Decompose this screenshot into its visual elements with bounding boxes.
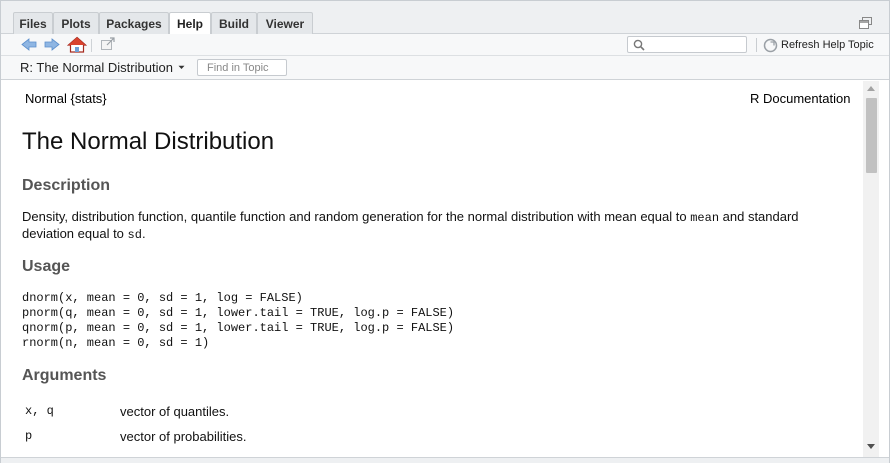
tab-packages[interactable]: Packages <box>99 12 169 34</box>
usage-line: pnorm(q, mean = 0, sd = 1, lower.tail = … <box>22 306 455 320</box>
doc-source-label: R Documentation <box>750 91 851 106</box>
argument-name: p <box>25 429 33 443</box>
tab-build[interactable]: Build <box>211 12 257 34</box>
refresh-help-topic-label: Refresh Help Topic <box>781 39 874 51</box>
topic-bar: R: The Normal Distribution <box>1 56 889 80</box>
argument-description: vector of quantiles. <box>120 404 230 419</box>
arguments-heading: Arguments <box>22 367 107 384</box>
help-toolbar: Refresh Help Topic <box>1 34 889 56</box>
home-icon[interactable] <box>67 36 87 53</box>
pane-bottom-border <box>1 457 889 463</box>
description-code-sd: sd <box>127 228 142 242</box>
help-pane: Files Plots Packages Help Build Viewer R… <box>0 0 890 463</box>
scroll-up-arrow-icon[interactable] <box>867 86 875 91</box>
argument-name: x, q <box>25 404 54 418</box>
popout-window-icon[interactable] <box>99 36 117 53</box>
tab-help[interactable]: Help <box>169 12 211 35</box>
argument-row: p vector of probabilities. <box>25 429 425 445</box>
description-text-part: Density, distribution function, quantile… <box>22 209 691 224</box>
doc-package-label: Normal {stats} <box>25 91 107 106</box>
help-content: Normal {stats} R Documentation The Norma… <box>1 81 863 457</box>
chevron-down-icon <box>178 65 185 69</box>
tab-bar: Files Plots Packages Help Build Viewer <box>1 1 889 35</box>
usage-line: qnorm(p, mean = 0, sd = 1, lower.tail = … <box>22 321 455 335</box>
scrollbar-thumb[interactable] <box>866 98 877 173</box>
argument-row: x, q vector of quantiles. <box>25 404 425 420</box>
toolbar-separator <box>91 39 92 52</box>
search-icon <box>633 39 645 51</box>
usage-line: rnorm(n, mean = 0, sd = 1) <box>22 336 210 350</box>
restore-pane-icon[interactable] <box>859 17 872 29</box>
usage-heading: Usage <box>22 258 71 275</box>
help-search-input[interactable] <box>650 38 744 51</box>
forward-arrow-icon[interactable] <box>43 36 61 53</box>
refresh-help-topic-button[interactable]: Refresh Help Topic <box>763 37 874 53</box>
tab-plots[interactable]: Plots <box>53 12 99 34</box>
usage-line: dnorm(x, mean = 0, sd = 1, log = FALSE) <box>22 291 303 305</box>
topic-history-dropdown[interactable]: R: The Normal Distribution <box>20 60 185 75</box>
vertical-scrollbar[interactable] <box>863 81 879 457</box>
back-arrow-icon[interactable] <box>20 36 38 53</box>
find-in-topic-input[interactable] <box>197 59 287 76</box>
refresh-icon <box>763 38 778 52</box>
toolbar-separator <box>756 38 757 52</box>
description-text: Density, distribution function, quantile… <box>22 209 832 243</box>
topic-label: R: The Normal Distribution <box>20 60 173 75</box>
scroll-down-arrow-icon[interactable] <box>867 444 875 449</box>
usage-code-block: dnorm(x, mean = 0, sd = 1, log = FALSE) p… <box>22 291 454 351</box>
tab-viewer[interactable]: Viewer <box>257 12 313 34</box>
argument-description: vector of probabilities. <box>120 429 247 444</box>
help-search-box[interactable] <box>627 36 747 53</box>
description-text-part: . <box>141 226 146 241</box>
description-heading: Description <box>22 177 111 194</box>
tab-files[interactable]: Files <box>13 12 53 34</box>
description-code-mean: mean <box>690 211 720 225</box>
page-title: The Normal Distribution <box>22 128 275 155</box>
